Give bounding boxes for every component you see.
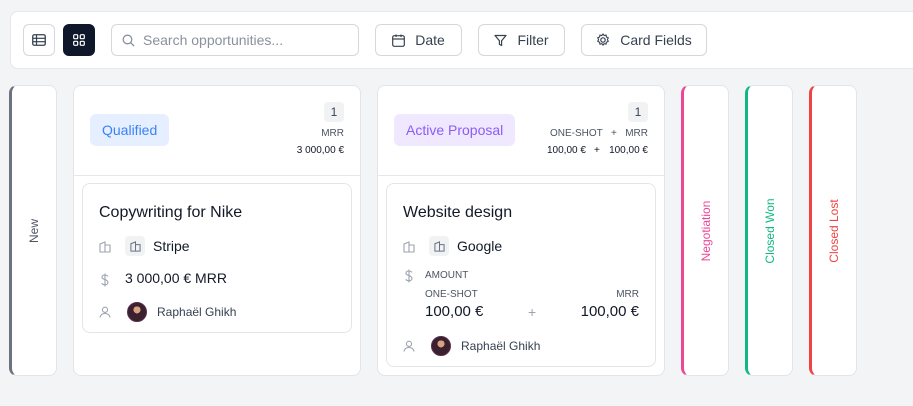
card-title: Copywriting for Nike xyxy=(99,204,243,221)
oneshot-label: ONE-SHOT xyxy=(425,289,478,300)
search-input[interactable] xyxy=(143,32,343,48)
calendar-icon xyxy=(392,34,406,47)
column-new-label: New xyxy=(27,218,41,243)
card-fields-button[interactable]: Card Fields xyxy=(581,24,707,56)
user-icon xyxy=(403,340,415,352)
dollar-icon xyxy=(405,269,413,283)
column-negotiation-label: Negotiation xyxy=(699,200,713,261)
opportunity-card[interactable]: Copywriting for Nike Stripe 3 000,00 € M… xyxy=(82,183,352,333)
card-fields-label: Card Fields xyxy=(620,32,692,48)
metric-label-mrr: MRR xyxy=(625,128,648,139)
building-icon xyxy=(99,241,111,253)
card-amount: 3 000,00 € MRR xyxy=(125,270,227,286)
date-button[interactable]: Date xyxy=(375,24,462,56)
user-icon xyxy=(99,306,111,318)
filter-label: Filter xyxy=(517,32,549,48)
count-badge: 1 xyxy=(324,102,344,122)
amount-plus: + xyxy=(528,304,537,320)
column-qualified: Qualified 1 MRR 3 000,00 € Copywriting f… xyxy=(73,85,361,376)
avatar xyxy=(127,302,147,322)
date-label: Date xyxy=(415,32,445,48)
toolbar: Date Filter Card Fields xyxy=(10,11,913,69)
avatar xyxy=(431,336,451,356)
search-field[interactable] xyxy=(111,24,359,56)
oneshot-value: 100,00 € xyxy=(425,303,484,320)
company-logo xyxy=(429,236,449,256)
stage-badge-qualified: Qualified xyxy=(90,114,170,146)
list-view-button[interactable] xyxy=(23,24,55,56)
company-name: Google xyxy=(457,238,503,254)
mrr-value: 100,00 € xyxy=(580,303,639,320)
gear-icon xyxy=(597,33,610,46)
dollar-icon xyxy=(101,273,109,287)
column-new[interactable]: New xyxy=(9,85,57,376)
building-icon xyxy=(129,240,141,252)
stage-badge-active-proposal: Active Proposal xyxy=(394,114,516,146)
metric-label-mrr: MRR xyxy=(321,128,344,139)
opportunity-card[interactable]: Website design Google AMOUNT ONE-SHOT MR… xyxy=(386,183,656,367)
count-badge: 1 xyxy=(628,102,648,122)
building-icon xyxy=(433,240,445,252)
board-view-button[interactable] xyxy=(63,24,95,56)
building-icon xyxy=(403,241,415,253)
column-closed-won-label: Closed Won xyxy=(763,197,777,264)
metric-plus: + xyxy=(611,128,617,139)
mrr-label: MRR xyxy=(616,289,639,300)
amount-label: AMOUNT xyxy=(425,270,469,281)
company-logo xyxy=(125,236,145,256)
filter-icon xyxy=(494,34,508,46)
search-icon xyxy=(122,34,135,46)
owner-name: Raphaël Ghikh xyxy=(157,305,237,319)
column-active-proposal: Active Proposal 1 ONE-SHOT + MRR 100,00 … xyxy=(377,85,665,376)
metric-value-mrr: 100,00 € xyxy=(609,145,648,156)
company-name: Stripe xyxy=(153,238,190,254)
grid-icon xyxy=(73,34,85,46)
owner-name: Raphaël Ghikh xyxy=(461,339,541,353)
list-icon xyxy=(32,34,46,46)
metric-label-oneshot: ONE-SHOT xyxy=(550,128,603,139)
metric-value-oneshot: 100,00 € xyxy=(547,145,586,156)
column-closed-won[interactable]: Closed Won xyxy=(745,85,793,376)
column-closed-lost-label: Closed Lost xyxy=(827,198,841,263)
header-divider xyxy=(378,175,664,176)
filter-button[interactable]: Filter xyxy=(478,24,565,56)
metric-plus: + xyxy=(594,145,600,156)
column-closed-lost[interactable]: Closed Lost xyxy=(809,85,857,376)
column-negotiation[interactable]: Negotiation xyxy=(681,85,729,376)
metric-value-mrr: 3 000,00 € xyxy=(296,145,344,156)
header-divider xyxy=(74,175,360,176)
card-title: Website design xyxy=(403,204,513,221)
